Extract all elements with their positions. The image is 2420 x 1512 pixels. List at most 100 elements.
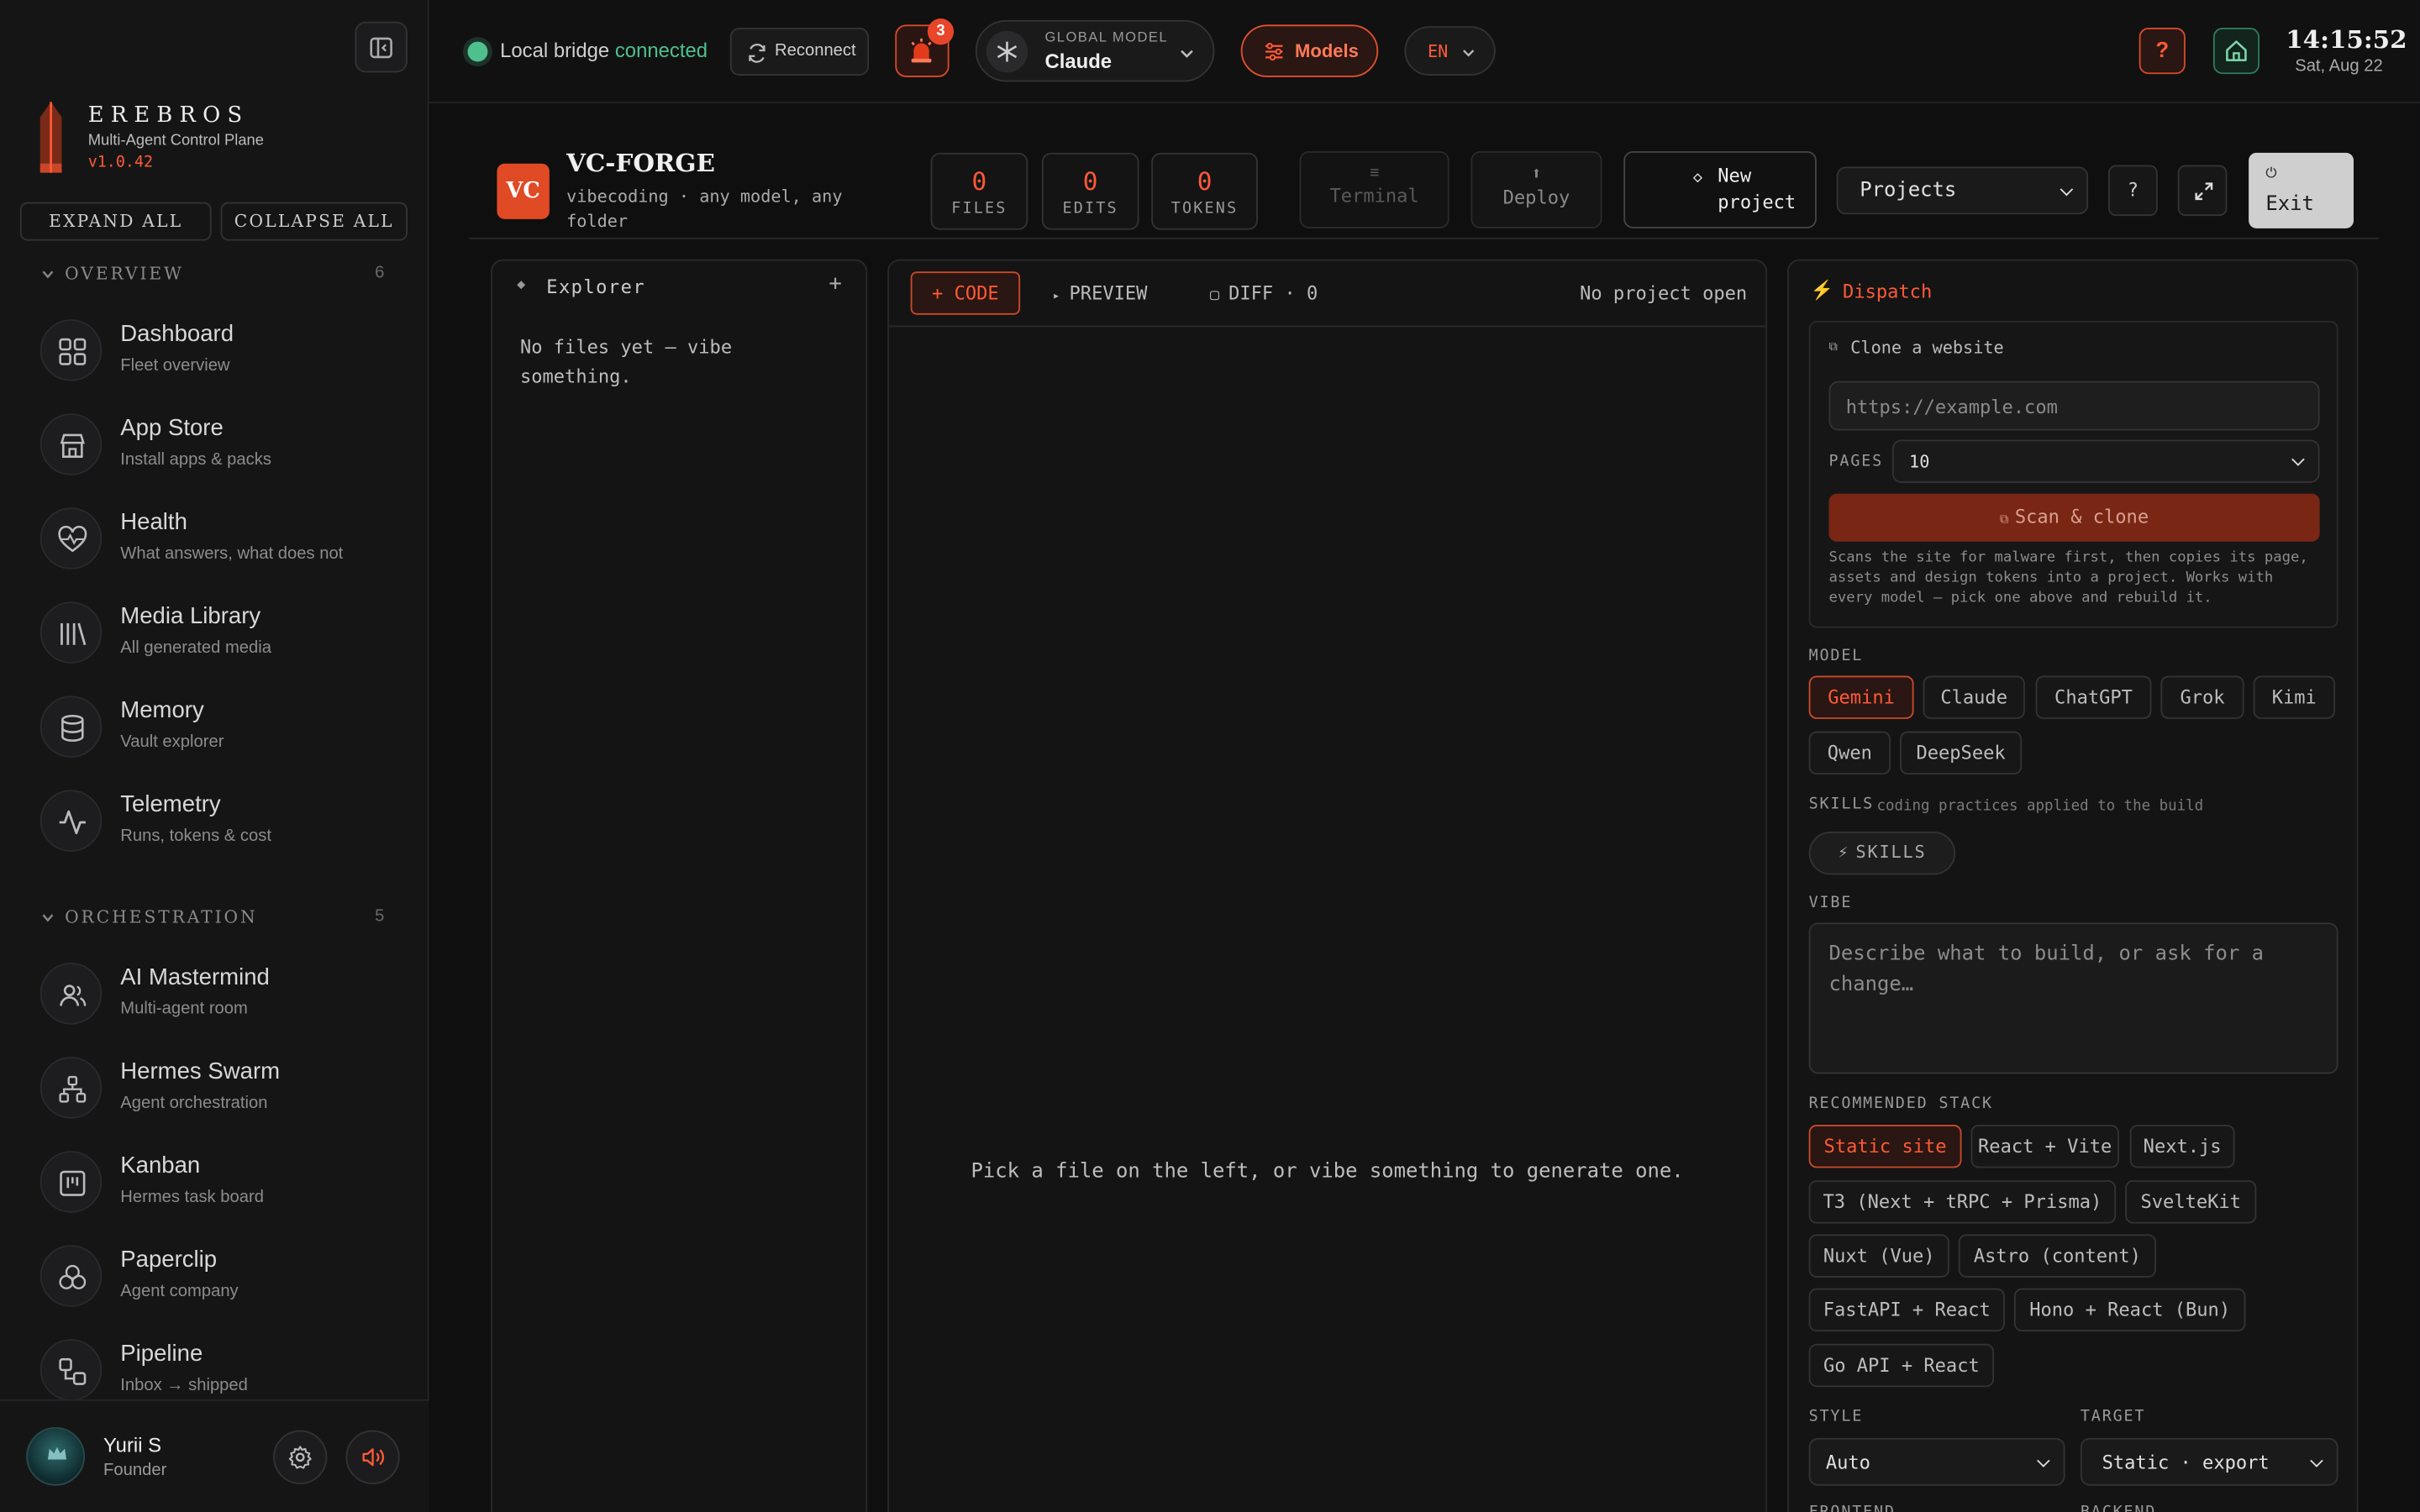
global-model-select[interactable]: GLOBAL MODEL Claude: [975, 19, 1215, 82]
reconnect-button[interactable]: Reconnect: [729, 28, 870, 76]
home-icon: [2226, 40, 2247, 61]
bolt-icon: ⚡: [1838, 842, 1850, 863]
alert-count-badge: 3: [927, 18, 955, 45]
stack-option[interactable]: SvelteKit: [2125, 1180, 2257, 1224]
target-select[interactable]: Static · export: [2080, 1437, 2338, 1486]
home-button[interactable]: [2212, 28, 2260, 75]
section-orchestration-title[interactable]: ORCHESTRATION: [65, 907, 258, 927]
scan-clone-label: Scan & clone: [2014, 506, 2149, 528]
fullscreen-button[interactable]: [2177, 165, 2228, 217]
stat-label: EDITS: [1062, 200, 1118, 218]
brand-logo-icon: [39, 102, 62, 173]
sidebar-item-telemetry[interactable]: Telemetry Runs, tokens & cost: [37, 784, 408, 861]
sidebar-item-label: AI Mastermind: [120, 963, 270, 991]
sidebar-item-media-library[interactable]: Media Library All generated media: [37, 596, 408, 673]
terminal-button[interactable]: ≡ Terminal: [1299, 150, 1449, 228]
skills-button[interactable]: ⚡ SKILLS: [1808, 831, 1956, 875]
divider: [469, 237, 2379, 239]
avatar[interactable]: [26, 1426, 86, 1486]
model-option-gemini[interactable]: Gemini: [1808, 675, 1914, 719]
sidebar-toggle-icon: [370, 37, 392, 59]
chevron-down-icon: [2060, 181, 2074, 196]
style-select[interactable]: Auto: [1808, 1437, 2065, 1486]
store-icon: [39, 413, 103, 475]
vibe-textarea[interactable]: Describe what to build, or ask for a cha…: [1808, 922, 2338, 1074]
tab-preview-label: PREVIEW: [1069, 282, 1148, 304]
model-option-qwen[interactable]: Qwen: [1808, 731, 1891, 775]
language-select[interactable]: EN: [1404, 26, 1496, 76]
chevron-down-icon: [2291, 453, 2305, 466]
scan-clone-button[interactable]: ⧉ Scan & clone: [1828, 493, 2320, 542]
user-role: Founder: [103, 1461, 167, 1480]
sidebar-item-ai-mastermind[interactable]: AI Mastermind Multi-agent room: [37, 957, 408, 1034]
sidebar-item-label: App Store: [120, 415, 224, 442]
new-project-button[interactable]: ◇ New project: [1623, 150, 1817, 228]
sidebar-item-paperclip[interactable]: Paperclip Agent company: [37, 1239, 408, 1316]
sidebar-item-sub: Fleet overview: [120, 356, 230, 375]
stack-option[interactable]: Next.js: [2129, 1124, 2235, 1168]
sidebar-item-memory[interactable]: Memory Vault explorer: [37, 690, 408, 767]
section-orchestration-count: 5: [375, 906, 385, 927]
clone-website-card: ⧉ Clone a website https://example.com PA…: [1808, 321, 2338, 628]
sound-button[interactable]: [345, 1430, 400, 1484]
model-option-kimi[interactable]: Kimi: [2253, 675, 2335, 719]
diamond-icon: ◇: [1692, 170, 1702, 187]
stack-option[interactable]: Nuxt (Vue): [1808, 1234, 1949, 1278]
chevron-down-icon[interactable]: [42, 269, 55, 281]
dispatch-panel: ⚡ Dispatch ⧉ Clone a website https://exa…: [1786, 259, 2359, 1512]
sidebar-item-hermes-swarm[interactable]: Hermes Swarm Agent orchestration: [37, 1051, 408, 1128]
help-button[interactable]: ?: [2139, 28, 2186, 75]
stack-option[interactable]: Hono + React (Bun): [2013, 1288, 2246, 1332]
exit-button[interactable]: ⏻ Exit: [2249, 152, 2354, 228]
collapse-sidebar-button[interactable]: [355, 21, 408, 73]
stack-option[interactable]: T3 (Next + tRPC + Prisma): [1808, 1180, 2117, 1224]
tab-preview[interactable]: ▸ PREVIEW: [1053, 282, 1148, 304]
model-option-grok[interactable]: Grok: [2160, 675, 2244, 719]
forge-help-button[interactable]: ?: [2107, 165, 2158, 217]
model-option-chatgpt[interactable]: ChatGPT: [2035, 675, 2152, 719]
alerts-button[interactable]: 3: [895, 18, 955, 77]
heart-pulse-icon: [39, 507, 103, 570]
deploy-label: Deploy: [1502, 186, 1570, 208]
expand-all-button[interactable]: EXPAND ALL: [19, 202, 212, 241]
chevron-down-icon: [2037, 1453, 2050, 1467]
section-overview-title[interactable]: OVERVIEW: [65, 264, 184, 284]
tab-diff[interactable]: ▢ DIFF · 0: [1210, 282, 1318, 304]
database-icon: [39, 696, 103, 758]
speaker-icon: [362, 1448, 384, 1467]
models-button[interactable]: Models: [1240, 24, 1379, 77]
stack-option[interactable]: React + Vite: [1970, 1124, 2119, 1168]
collapse-all-button[interactable]: COLLAPSE ALL: [220, 202, 408, 241]
sidebar-item-label: Media Library: [120, 603, 261, 630]
brand-tagline: Multi-Agent Control Plane: [87, 132, 264, 150]
sidebar-item-dashboard[interactable]: Dashboard Fleet overview: [37, 313, 408, 391]
clone-url-input[interactable]: https://example.com: [1828, 381, 2320, 431]
language-value: EN: [1427, 41, 1449, 62]
editor-panel: + CODE ▸ PREVIEW ▢ DIFF · 0 No project ope…: [887, 259, 1768, 1512]
stack-option[interactable]: FastAPI + React: [1808, 1288, 2005, 1332]
model-option-deepseek[interactable]: DeepSeek: [1900, 731, 2023, 775]
stack-option[interactable]: Static site: [1808, 1124, 1962, 1168]
stack-option[interactable]: Go API + React: [1808, 1343, 1995, 1388]
project-status: No project open: [1580, 282, 1748, 304]
pages-select[interactable]: 10: [1891, 439, 2320, 483]
crown-icon: [47, 1446, 66, 1460]
sidebar-item-health[interactable]: Health What answers, what does not: [37, 501, 408, 579]
chevron-down-icon[interactable]: [42, 912, 55, 925]
stat-edits: 0 EDITS: [1041, 152, 1139, 230]
projects-select[interactable]: Projects: [1836, 166, 2089, 215]
bridge-label: Local bridge: [500, 38, 610, 62]
tab-code[interactable]: + CODE: [910, 271, 1021, 315]
terminal-icon: ≡: [1370, 165, 1380, 182]
add-file-button[interactable]: +: [829, 271, 841, 296]
sidebar-item-kanban[interactable]: Kanban Hermes task board: [37, 1145, 408, 1222]
forge-logo: VC: [497, 163, 550, 219]
stack-option[interactable]: Astro (content): [1958, 1234, 2156, 1278]
skills-label: SKILLS: [1808, 795, 1875, 813]
deploy-button[interactable]: ⬆ Deploy: [1470, 150, 1602, 228]
sidebar-item-app-store[interactable]: App Store Install apps & packs: [37, 407, 408, 485]
target-label: TARGET: [2080, 1408, 2146, 1426]
model-option-claude[interactable]: Claude: [1923, 675, 2025, 719]
settings-button[interactable]: [273, 1430, 328, 1484]
sidebar-item-label: Paperclip: [120, 1247, 218, 1273]
